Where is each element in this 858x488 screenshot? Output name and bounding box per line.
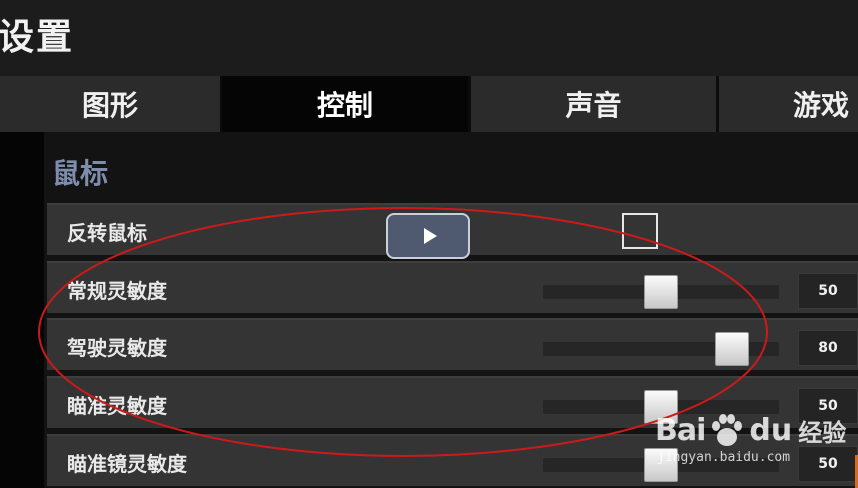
setting-row-general-sensitivity: 常规灵敏度 50	[47, 261, 858, 313]
tab-game-label: 游戏	[793, 89, 850, 122]
tab-sound[interactable]: 声音	[471, 76, 716, 132]
setting-label: 反转鼠标	[67, 221, 147, 245]
section-title-mouse: 鼠标	[52, 157, 109, 190]
slider-thumb[interactable]	[644, 448, 678, 482]
setting-label: 驾驶灵敏度	[67, 336, 167, 360]
setting-row-driving-sensitivity: 驾驶灵敏度 80	[47, 318, 858, 370]
aim-sensitivity-value[interactable]: 50	[798, 388, 858, 424]
page-title: 设置	[0, 17, 75, 58]
setting-label: 瞄准镜灵敏度	[67, 452, 187, 476]
setting-label: 常规灵敏度	[67, 279, 167, 303]
general-sensitivity-slider[interactable]	[543, 275, 779, 309]
tab-game[interactable]: 游戏	[719, 76, 858, 132]
invert-mouse-checkbox[interactable]	[622, 213, 658, 249]
header-bar: 设置	[0, 0, 858, 76]
slider-thumb[interactable]	[644, 275, 678, 309]
driving-sensitivity-value[interactable]: 80	[798, 330, 858, 366]
tab-sound-label: 声音	[565, 89, 622, 122]
general-sensitivity-value[interactable]: 50	[798, 273, 858, 309]
scope-sensitivity-value[interactable]: 50	[798, 446, 858, 482]
panel-side-strip	[0, 132, 44, 488]
tab-controls-label: 控制	[316, 89, 373, 122]
slider-thumb[interactable]	[714, 332, 749, 366]
slider-thumb[interactable]	[644, 390, 678, 424]
setting-row-aim-sensitivity: 瞄准灵敏度 50	[47, 376, 858, 428]
setting-row-scope-sensitivity: 瞄准镜灵敏度 50	[47, 434, 858, 486]
play-icon	[423, 228, 437, 244]
tab-bar: 图形 控制 声音 游戏	[0, 76, 858, 132]
video-play-button[interactable]	[386, 213, 470, 259]
aim-sensitivity-slider[interactable]	[543, 390, 779, 424]
driving-sensitivity-slider[interactable]	[543, 332, 779, 366]
scope-sensitivity-slider[interactable]	[543, 448, 779, 482]
tab-controls[interactable]: 控制	[222, 76, 468, 132]
tab-graphics[interactable]: 图形	[0, 76, 220, 132]
setting-label: 瞄准灵敏度	[67, 394, 167, 418]
tab-graphics-label: 图形	[81, 89, 138, 122]
